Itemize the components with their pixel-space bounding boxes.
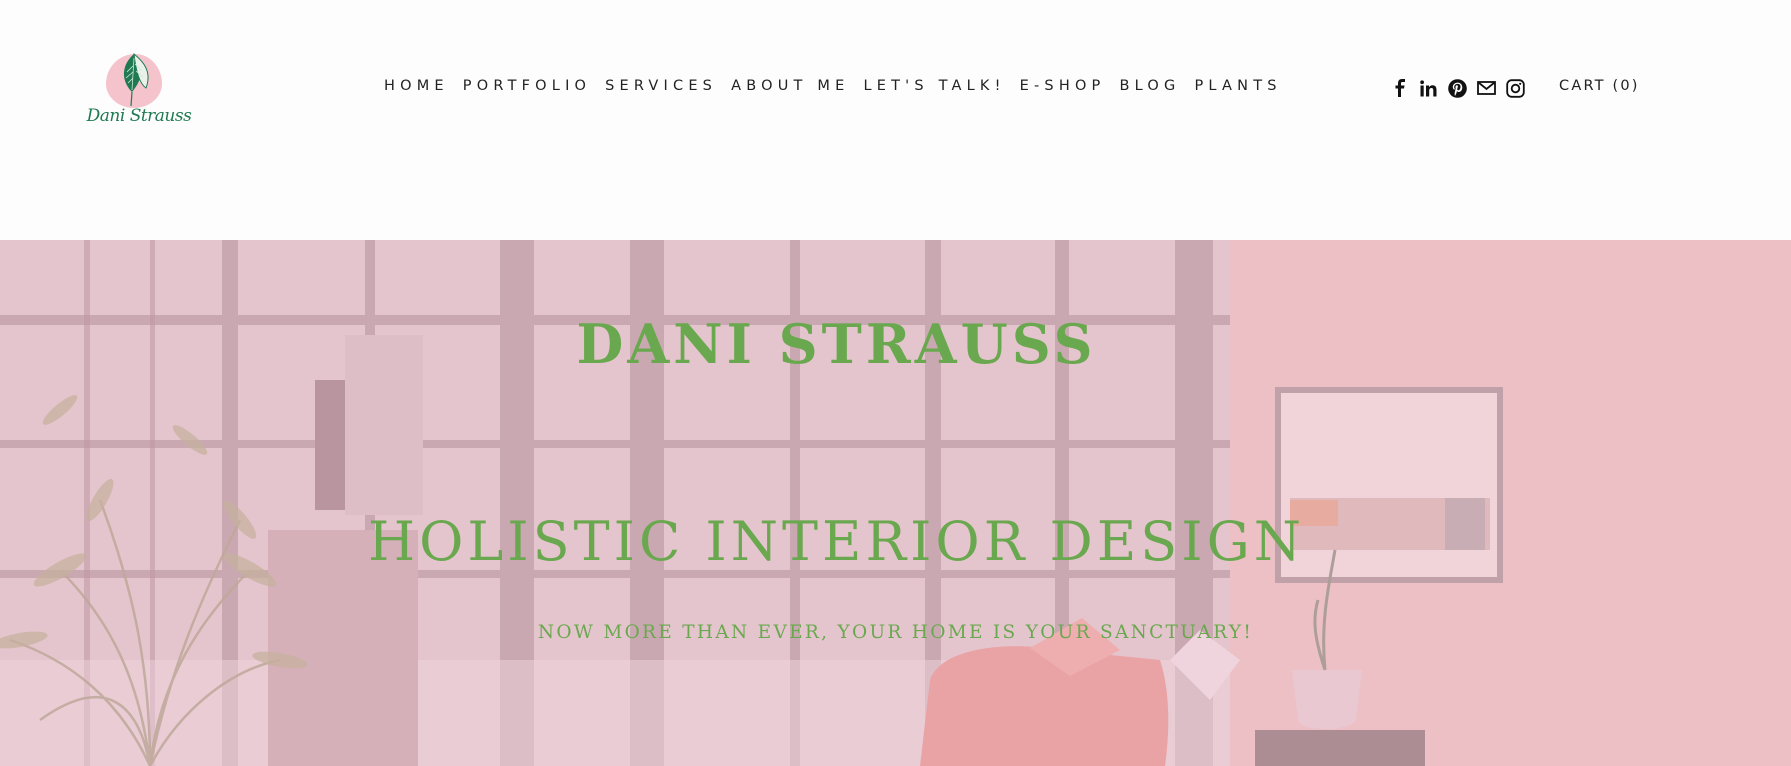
nav-e-shop[interactable]: E-SHOP: [1020, 78, 1106, 94]
logo-wordmark: Dani Strauss: [86, 106, 192, 126]
linkedin-icon[interactable]: [1419, 78, 1438, 98]
nav-lets-talk[interactable]: LET'S TALK!: [863, 78, 1005, 94]
main-nav: HOME PORTFOLIO SERVICES ABOUT ME LET'S T…: [384, 78, 1296, 94]
nav-blog[interactable]: BLOG: [1120, 78, 1181, 94]
facebook-icon[interactable]: [1390, 78, 1409, 98]
email-icon[interactable]: [1477, 78, 1496, 98]
hero-tagline: NOW MORE THAN EVER, YOUR HOME IS YOUR SA…: [537, 622, 1254, 643]
nav-portfolio[interactable]: PORTFOLIO: [463, 78, 591, 94]
site-header: Dani Strauss HOME PORTFOLIO SERVICES ABO…: [0, 0, 1791, 240]
nav-home[interactable]: HOME: [384, 78, 449, 94]
hero-banner: DANI STRAUSS HOLISTIC INTERIOR DESIGN NO…: [0, 240, 1791, 766]
nav-services[interactable]: SERVICES: [605, 78, 717, 94]
nav-plants[interactable]: PLANTS: [1194, 78, 1281, 94]
site-logo[interactable]: Dani Strauss: [84, 50, 194, 136]
hero-subtitle: HOLISTIC INTERIOR DESIGN: [368, 510, 1305, 573]
pinterest-icon[interactable]: [1448, 78, 1467, 98]
instagram-icon[interactable]: [1506, 78, 1525, 98]
leaf-logo-icon: [123, 52, 149, 107]
cart-link[interactable]: CART (0): [1559, 78, 1640, 94]
hero-title: DANI STRAUSS: [576, 312, 1097, 376]
nav-about-me[interactable]: ABOUT ME: [731, 78, 849, 94]
social-links: [1390, 78, 1525, 98]
